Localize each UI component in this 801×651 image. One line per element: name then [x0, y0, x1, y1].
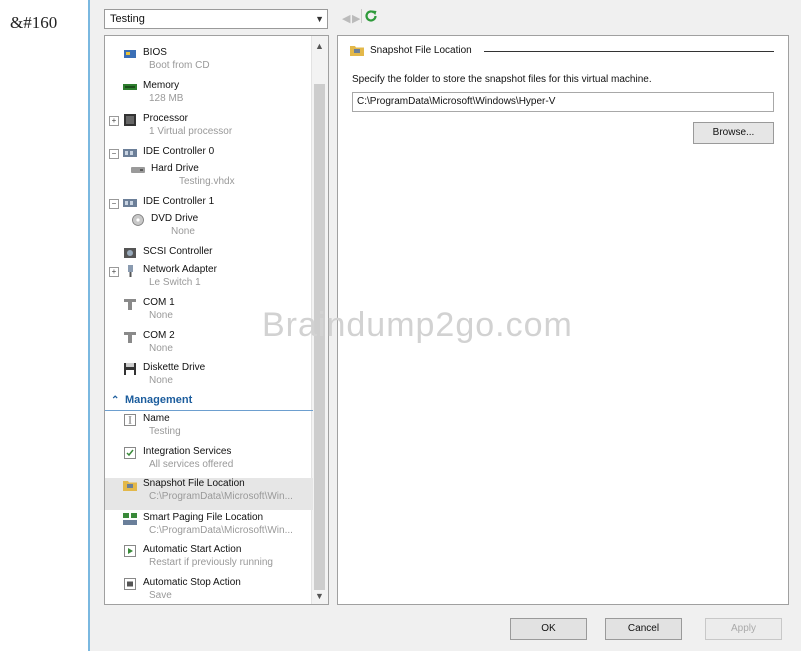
tree-item-memory[interactable]: Memory 128 MB	[105, 80, 313, 110]
dvd-drive-icon	[132, 214, 144, 226]
tree-item-detail: C:\ProgramData\Microsoft\Win...	[149, 525, 293, 536]
hard-drive-icon	[131, 167, 145, 173]
tree-item-label: Memory	[143, 80, 180, 91]
collapse-icon[interactable]: −	[109, 199, 119, 209]
tree-item-name[interactable]: I Name Testing	[105, 413, 313, 443]
name-icon: I	[124, 414, 136, 427]
start-action-icon	[124, 545, 136, 557]
tree-item-label: IDE Controller 0	[143, 146, 215, 157]
tree-item-label: Integration Services	[143, 446, 232, 457]
tree-item-label: Hard Drive	[151, 163, 199, 174]
tree-item-detail: Testing	[149, 426, 181, 437]
tree-item-detail: None	[171, 226, 195, 237]
tree-item-label: COM 1	[143, 297, 175, 308]
tree-item-detail: 128 MB	[149, 93, 184, 104]
snapshot-folder-icon	[350, 46, 364, 56]
integration-services-icon	[124, 447, 136, 459]
tree-item-label: DVD Drive	[151, 213, 199, 224]
com-port-icon	[124, 299, 136, 310]
tree-item-detail: None	[149, 343, 173, 354]
tree-item-ide-controller-1[interactable]: − IDE Controller 1	[105, 196, 313, 212]
processor-icon	[124, 114, 136, 126]
tree-item-snapshot-file-location[interactable]: Snapshot File Location C:\ProgramData\Mi…	[105, 478, 313, 510]
tree-item-detail: Boot from CD	[149, 60, 210, 71]
bios-icon	[124, 50, 136, 58]
tree-item-label: Diskette Drive	[143, 362, 206, 373]
tree-item-hard-drive[interactable]: Hard Drive Testing.vhdx	[105, 163, 313, 193]
refresh-icon[interactable]	[363, 8, 379, 24]
management-section-header[interactable]: ⌃ Management	[105, 393, 313, 411]
vm-selector-value: Testing	[110, 13, 145, 25]
vm-selector-dropdown[interactable]: Testing ▼	[104, 9, 328, 29]
scsi-controller-icon	[124, 248, 136, 258]
tree-item-automatic-start-action[interactable]: Automatic Start Action Restart if previo…	[105, 544, 313, 574]
tree-item-processor[interactable]: + Processor 1 Virtual processor	[105, 113, 313, 143]
stop-action-icon	[124, 578, 136, 590]
tree-item-network-adapter[interactable]: + Network Adapter Le Switch 1	[105, 264, 313, 294]
tree-item-diskette-drive[interactable]: Diskette Drive None	[105, 362, 313, 392]
ok-button[interactable]: OK	[510, 618, 587, 640]
collapse-icon[interactable]: −	[109, 149, 119, 159]
tree-item-detail: Restart if previously running	[149, 557, 273, 568]
tree-item-smart-paging-file-location[interactable]: Smart Paging File Location C:\ProgramDat…	[105, 512, 313, 542]
diskette-drive-icon	[124, 363, 136, 375]
expand-icon[interactable]: +	[109, 267, 119, 277]
cancel-button[interactable]: Cancel	[605, 618, 682, 640]
panel-title: Snapshot File Location	[370, 45, 472, 56]
tree-item-label: Snapshot File Location	[143, 478, 245, 489]
tree-item-automatic-stop-action[interactable]: Automatic Stop Action Save	[105, 577, 313, 604]
svg-text:I: I	[128, 417, 132, 427]
tree-item-detail: 1 Virtual processor	[149, 126, 233, 137]
panel-description: Specify the folder to store the snapshot…	[352, 74, 652, 85]
section-label: Management	[125, 394, 193, 406]
tree-item-detail: Testing.vhdx	[179, 176, 235, 187]
tree-item-ide-controller-0[interactable]: − IDE Controller 0	[105, 146, 313, 162]
chevron-down-icon: ▼	[315, 14, 324, 24]
tree-item-label: IDE Controller 1	[143, 196, 215, 207]
controller-icon	[123, 149, 137, 157]
tree-item-label: Network Adapter	[143, 264, 217, 275]
smart-paging-icon	[123, 513, 137, 525]
back-icon[interactable]: ◀	[342, 12, 350, 25]
apply-button[interactable]: Apply	[705, 618, 782, 640]
tree-item-label: Smart Paging File Location	[143, 512, 264, 523]
stray-text: &#160	[10, 13, 58, 32]
watermark: Braindump2go.com	[262, 306, 573, 344]
tree-item-label: SCSI Controller	[143, 246, 213, 257]
collapse-chevron-icon[interactable]: ⌃	[111, 395, 119, 406]
expand-icon[interactable]: +	[109, 116, 119, 126]
panel-title-divider	[484, 51, 774, 52]
tree-item-detail: All services offered	[149, 459, 234, 470]
snapshot-path-input[interactable]: C:\ProgramData\Microsoft\Windows\Hyper-V	[352, 92, 774, 112]
tree-item-dvd-drive[interactable]: DVD Drive None	[105, 213, 313, 243]
tree-item-detail: Le Switch 1	[149, 277, 201, 288]
tree-item-detail: Save	[149, 590, 172, 601]
tree-item-scsi-controller[interactable]: SCSI Controller	[105, 246, 313, 262]
tree-item-bios[interactable]: BIOS Boot from CD	[105, 47, 313, 77]
tree-item-label: Name	[143, 413, 170, 424]
tree-item-detail: None	[149, 375, 173, 386]
tree-item-label: Processor	[143, 113, 189, 124]
scroll-down-icon[interactable]: ▼	[315, 591, 324, 601]
tree-item-detail: C:\ProgramData\Microsoft\Win...	[149, 491, 293, 502]
memory-icon	[123, 84, 137, 90]
tree-item-label: Automatic Stop Action	[143, 577, 241, 588]
scroll-up-icon[interactable]: ▲	[315, 41, 324, 51]
tree-item-label: COM 2	[143, 330, 175, 341]
network-adapter-icon	[128, 265, 133, 277]
tree-item-label: Automatic Start Action	[143, 544, 242, 555]
tree-item-integration-services[interactable]: Integration Services All services offere…	[105, 446, 313, 476]
tree-item-detail: None	[149, 310, 173, 321]
snapshot-folder-icon	[123, 481, 137, 491]
forward-icon[interactable]: ▶	[352, 12, 360, 25]
toolbar-divider	[361, 9, 362, 23]
browse-button[interactable]: Browse...	[693, 122, 774, 144]
tree-item-label: BIOS	[143, 47, 167, 58]
com-port-icon	[124, 332, 136, 343]
controller-icon	[123, 199, 137, 207]
hardware-item-cut-icon	[123, 35, 137, 38]
